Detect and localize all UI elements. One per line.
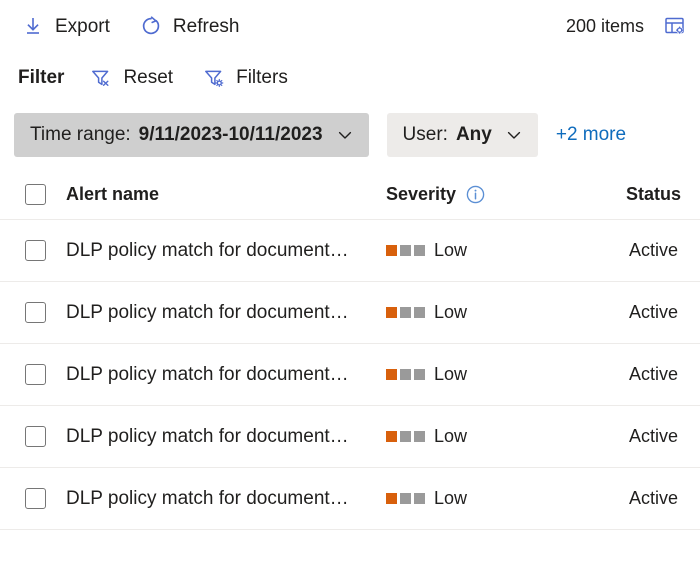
select-all-cell — [0, 184, 66, 205]
status-text: Active — [628, 240, 678, 260]
reset-filters-button[interactable]: Reset — [86, 61, 183, 95]
severity-indicator — [386, 307, 425, 318]
row-select-cell — [0, 426, 66, 447]
status-cell: Active — [626, 488, 700, 509]
severity-cell: Low — [386, 302, 626, 323]
command-bar-right-icons — [662, 13, 700, 39]
alert-name-text: DLP policy match for document… — [66, 487, 349, 509]
table-row[interactable]: DLP policy match for document… Low Activ… — [0, 282, 700, 344]
export-button[interactable]: Export — [18, 8, 118, 44]
severity-label: Low — [434, 426, 468, 446]
chevron-down-icon — [504, 125, 524, 145]
alert-name-cell[interactable]: DLP policy match for document… — [66, 364, 386, 386]
status-text: Active — [628, 302, 678, 322]
refresh-icon — [138, 13, 164, 39]
download-icon — [20, 13, 46, 39]
status-cell: Active — [626, 240, 700, 261]
customize-columns-icon[interactable] — [662, 13, 688, 39]
export-label: Export — [55, 15, 110, 37]
time-range-filter-value: 9/11/2023-10/11/2023 — [138, 124, 323, 145]
alerts-table: Alert name Severity Status DLP policy ma… — [0, 170, 700, 530]
alert-name-cell[interactable]: DLP policy match for document… — [66, 302, 386, 324]
table-row[interactable]: DLP policy match for document… Low Activ… — [0, 406, 700, 468]
status-cell: Active — [626, 364, 700, 385]
severity-label: Low — [434, 240, 468, 260]
filters-label: Filters — [236, 67, 288, 88]
row-checkbox[interactable] — [24, 364, 46, 385]
command-bar: Export Refresh 200 items — [0, 0, 700, 52]
items-count: 200 items — [565, 15, 644, 36]
alert-name-text: DLP policy match for document… — [66, 301, 349, 323]
severity-label: Low — [434, 302, 468, 322]
severity-indicator — [386, 245, 425, 256]
time-range-filter-label: Time range: — [30, 124, 131, 145]
alert-name-text: DLP policy match for document… — [66, 425, 349, 447]
row-select-cell — [0, 488, 66, 509]
filter-bar-title: Filter — [18, 67, 65, 88]
row-select-cell — [0, 240, 66, 261]
severity-cell: Low — [386, 240, 626, 261]
time-range-filter-pill[interactable]: Time range: 9/11/2023-10/11/2023 — [14, 113, 369, 157]
severity-cell: Low — [386, 426, 626, 447]
alert-name-cell[interactable]: DLP policy match for document… — [66, 426, 386, 448]
column-header-severity[interactable]: Severity — [386, 184, 626, 205]
status-cell: Active — [626, 426, 700, 447]
row-checkbox[interactable] — [24, 302, 46, 323]
column-header-status[interactable]: Status — [626, 184, 700, 205]
column-header-alert-name-label: Alert name — [66, 184, 160, 204]
alert-name-text: DLP policy match for document… — [66, 363, 349, 385]
alert-name-text: DLP policy match for document… — [66, 239, 349, 261]
alert-name-cell[interactable]: DLP policy match for document… — [66, 240, 386, 262]
refresh-label: Refresh — [172, 15, 240, 37]
severity-cell: Low — [386, 364, 626, 385]
active-filters-row: Time range: 9/11/2023-10/11/2023 User: A… — [0, 104, 700, 166]
status-text: Active — [628, 364, 678, 384]
user-filter-pill[interactable]: User: Any — [386, 113, 538, 157]
filter-settings-icon — [201, 65, 227, 91]
more-filters-link[interactable]: +2 more — [556, 124, 626, 146]
table-row[interactable]: DLP policy match for document… Low Activ… — [0, 344, 700, 406]
user-filter-value: Any — [455, 124, 492, 145]
severity-indicator — [386, 369, 425, 380]
filters-button[interactable]: Filters — [199, 61, 298, 95]
status-text: Active — [628, 488, 678, 508]
row-select-cell — [0, 302, 66, 323]
table-row[interactable]: DLP policy match for document… Low Activ… — [0, 220, 700, 282]
severity-cell: Low — [386, 488, 626, 509]
severity-indicator — [386, 431, 425, 442]
severity-label: Low — [434, 488, 468, 508]
reset-filters-label: Reset — [123, 67, 174, 88]
refresh-button[interactable]: Refresh — [136, 8, 248, 44]
filter-clear-icon — [88, 65, 114, 91]
info-icon[interactable] — [465, 184, 486, 205]
alert-name-cell[interactable]: DLP policy match for document… — [66, 488, 386, 510]
column-header-status-label: Status — [626, 184, 682, 204]
filter-bar: Filter Reset Filters — [0, 52, 700, 104]
row-checkbox[interactable] — [24, 426, 46, 447]
severity-label: Low — [434, 364, 468, 384]
severity-indicator — [386, 493, 425, 504]
row-checkbox[interactable] — [24, 488, 46, 509]
table-row[interactable]: DLP policy match for document… Low Activ… — [0, 468, 700, 530]
user-filter-label: User: — [402, 124, 448, 145]
column-header-severity-label: Severity — [386, 184, 457, 204]
select-all-checkbox[interactable] — [24, 184, 46, 205]
row-select-cell — [0, 364, 66, 385]
status-cell: Active — [626, 302, 700, 323]
chevron-down-icon — [335, 125, 355, 145]
table-header-row: Alert name Severity Status — [0, 170, 700, 220]
column-header-alert-name[interactable]: Alert name — [66, 184, 386, 205]
status-text: Active — [628, 426, 678, 446]
row-checkbox[interactable] — [24, 240, 46, 261]
